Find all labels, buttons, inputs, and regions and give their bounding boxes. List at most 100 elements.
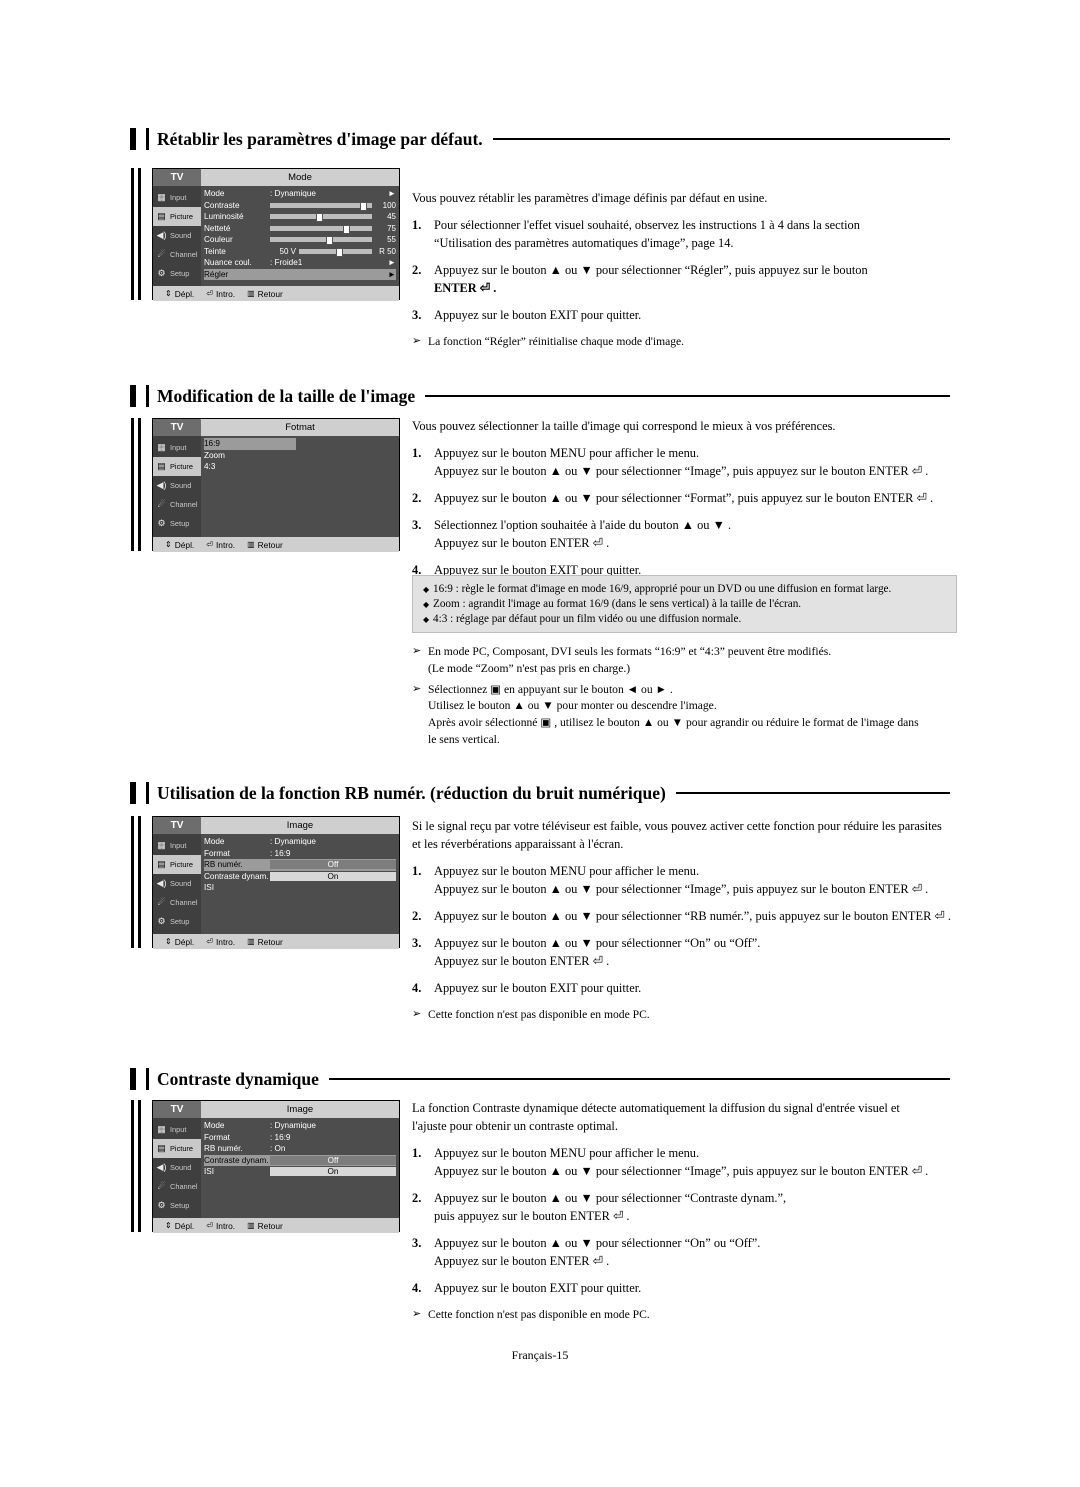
sidebar-item-input[interactable]: ▦ Input [153,188,201,207]
sidebar-item-sound[interactable]: ◀) Sound [153,476,201,495]
osd-row-couleur[interactable]: Couleur 55 [204,234,396,246]
slider-knob[interactable] [315,213,323,223]
section-dynamic-contrast: Contraste dynamique [130,1068,950,1090]
sidebar-item-picture[interactable]: ▤ Picture [153,207,201,226]
enter-icon: ⏎ [206,1221,213,1230]
osd-row-format[interactable]: Format: 16:9 [204,848,396,860]
picture-icon: ▤ [157,461,166,471]
row-value: : Dynamique [270,189,316,199]
heading-rule [425,395,950,397]
osd-rows: Mode: Dynamique Format: 16:9 RB numér.: … [201,1118,399,1218]
note-line: ➢ La fonction “Régler” réinitialise chaqu… [412,334,952,351]
sidebar-item-input[interactable]: ▦ Input [153,836,201,855]
arrow-icon: ➢ [412,334,422,347]
osd-window-format: TV Fotmat ▦ Input ▤ Picture ◀) Sound ☄ Chann… [152,418,400,552]
section-heading: Rétablir les paramètres d'image par défa… [130,128,950,150]
input-icon: ▦ [157,1124,166,1134]
footer-return: ▥ Retour [247,1220,283,1231]
row-value: : Froide1 [270,258,303,268]
picture-icon: ▤ [157,1143,166,1153]
slider-knob[interactable] [326,236,334,246]
setup-icon: ⚙ [157,268,166,278]
row-label: Contraste [204,200,240,210]
osd-row-rb-numer[interactable]: RB numér. Off [204,859,396,871]
heading-bar [130,782,136,804]
osd-row-teinte[interactable]: Teinte 50 V R 50 [204,246,396,258]
osd-row-isi[interactable]: ISI On [204,1166,396,1178]
menu-icon: ▥ [247,289,255,298]
osd-row-contraste[interactable]: Contraste 100 [204,200,396,212]
slider-knob[interactable] [359,201,367,211]
sidebar-item-sound[interactable]: ◀) Sound [153,874,201,893]
row-label: Mode [204,189,225,199]
slider-track[interactable] [270,213,372,223]
step-item: 2. Appuyez sur le bouton ▲ ou ▼ pour sél… [412,908,952,923]
step-item: 3. Appuyez sur le bouton EXIT pour quitt… [412,307,642,322]
osd-row-format[interactable]: Format: 16:9 [204,1132,396,1144]
sidebar-item-input[interactable]: ▦ Input [153,438,201,457]
osd-row-mode[interactable]: Mode: Dynamique [204,836,396,848]
section-reset-picture: Rétablir les paramètres d'image par défa… [130,128,950,150]
osd-footer: ⇕ Dépl. ⏎ Intro. ▥ Retour [153,286,399,301]
osd-row-nettete[interactable]: Netteté 75 [204,223,396,235]
osd-title: Mode [201,169,399,186]
sidebar-item-input[interactable]: ▦ Input [153,1120,201,1139]
picture-icon: ▤ [157,859,166,869]
osd-row-contraste-dynam[interactable]: Contraste dynam. On [204,871,396,883]
osd-row-regler[interactable]: Régler ► [204,268,396,280]
osd-tv-label: TV [153,1101,201,1118]
sidebar-item-channel[interactable]: ☄ Channel [153,893,201,912]
osd-row-nuance-coul[interactable]: Nuance coul. : Froide1 ► [204,257,396,269]
sidebar-item-channel[interactable]: ☄ Channel [153,1177,201,1196]
step-item: 2. Appuyez sur le bouton ▲ ou ▼ pour sél… [412,262,868,295]
slider-track[interactable] [270,236,372,246]
note-line: ➢ Cette fonction n'est pas disponible en … [412,1007,967,1024]
sound-icon: ◀) [156,230,167,240]
sidebar-item-setup[interactable]: ⚙ Setup [153,912,201,931]
heading-rule [675,792,950,794]
slider-track[interactable] [270,201,372,211]
slider-knob[interactable] [343,224,351,234]
intro-text: Vous pouvez rétablir les paramètres d'im… [412,191,768,205]
sidebar-item-channel[interactable]: ☄ Channel [153,245,201,264]
sidebar-item-setup[interactable]: ⚙ Setup [153,514,201,533]
menu-icon: ▥ [247,1221,255,1230]
slider-track[interactable] [270,224,372,234]
sidebar-item-sound[interactable]: ◀) Sound [153,1158,201,1177]
sidebar-item-picture[interactable]: ▤ Picture [153,457,201,476]
channel-icon: ☄ [157,499,166,509]
step-item: 4. Appuyez sur le bouton EXIT pour quitt… [412,980,642,995]
sidebar-item-picture[interactable]: ▤ Picture [153,1139,201,1158]
footer-return: ▥ Retour [247,539,283,550]
osd-row-169[interactable]: 16:9 [204,438,296,450]
osd-row-mode[interactable]: Mode: Dynamique [204,1120,396,1132]
osd-row-43[interactable]: 4:3 [204,461,396,473]
osd-footer: ⇕ Dépl. ⏎ Intro. ▥ Retour [153,537,399,552]
enter-icon: ⏎ [206,540,213,549]
sidebar-item-channel[interactable]: ☄ Channel [153,495,201,514]
menu-icon: ▥ [247,540,255,549]
osd-row-luminosite[interactable]: Luminosité 45 [204,211,396,223]
row-label: Netteté [204,223,231,233]
osd-row-isi[interactable]: ISI [204,882,396,894]
sidebar-item-setup[interactable]: ⚙ Setup [153,264,201,283]
osd-row-mode[interactable]: Mode : Dynamique ► [204,188,396,200]
osd-row-rb-numer[interactable]: RB numér.: On [204,1143,396,1155]
slider-track[interactable] [299,247,372,257]
steps-list: 1. Appuyez sur le bouton MENU pour affic… [412,1145,957,1298]
sidebar-item-sound[interactable]: ◀) Sound [153,226,201,245]
heading-bar [130,385,136,407]
slider-knob[interactable] [335,247,343,257]
footer-move: ⇕ Dépl. [165,1220,195,1231]
osd-title: Image [201,1101,399,1118]
sidebar-item-setup[interactable]: ⚙ Setup [153,1196,201,1215]
osd-titlebar: TV Mode [153,169,399,186]
note-line: ➢ En mode PC, Composant, DVI seuls les f… [412,644,957,678]
chevron-right-icon: ► [387,269,396,279]
osd-row-contraste-dynam[interactable]: Contraste dynam. Off [204,1154,396,1166]
osd-row-zoom[interactable]: Zoom [204,450,396,462]
sidebar-item-picture[interactable]: ▤ Picture [153,855,201,874]
chevron-right-icon: ► [387,258,396,268]
step-item: 2. Appuyez sur le bouton ▲ ou ▼ pour sél… [412,1190,787,1223]
arrow-icon: ➢ [412,1307,422,1320]
